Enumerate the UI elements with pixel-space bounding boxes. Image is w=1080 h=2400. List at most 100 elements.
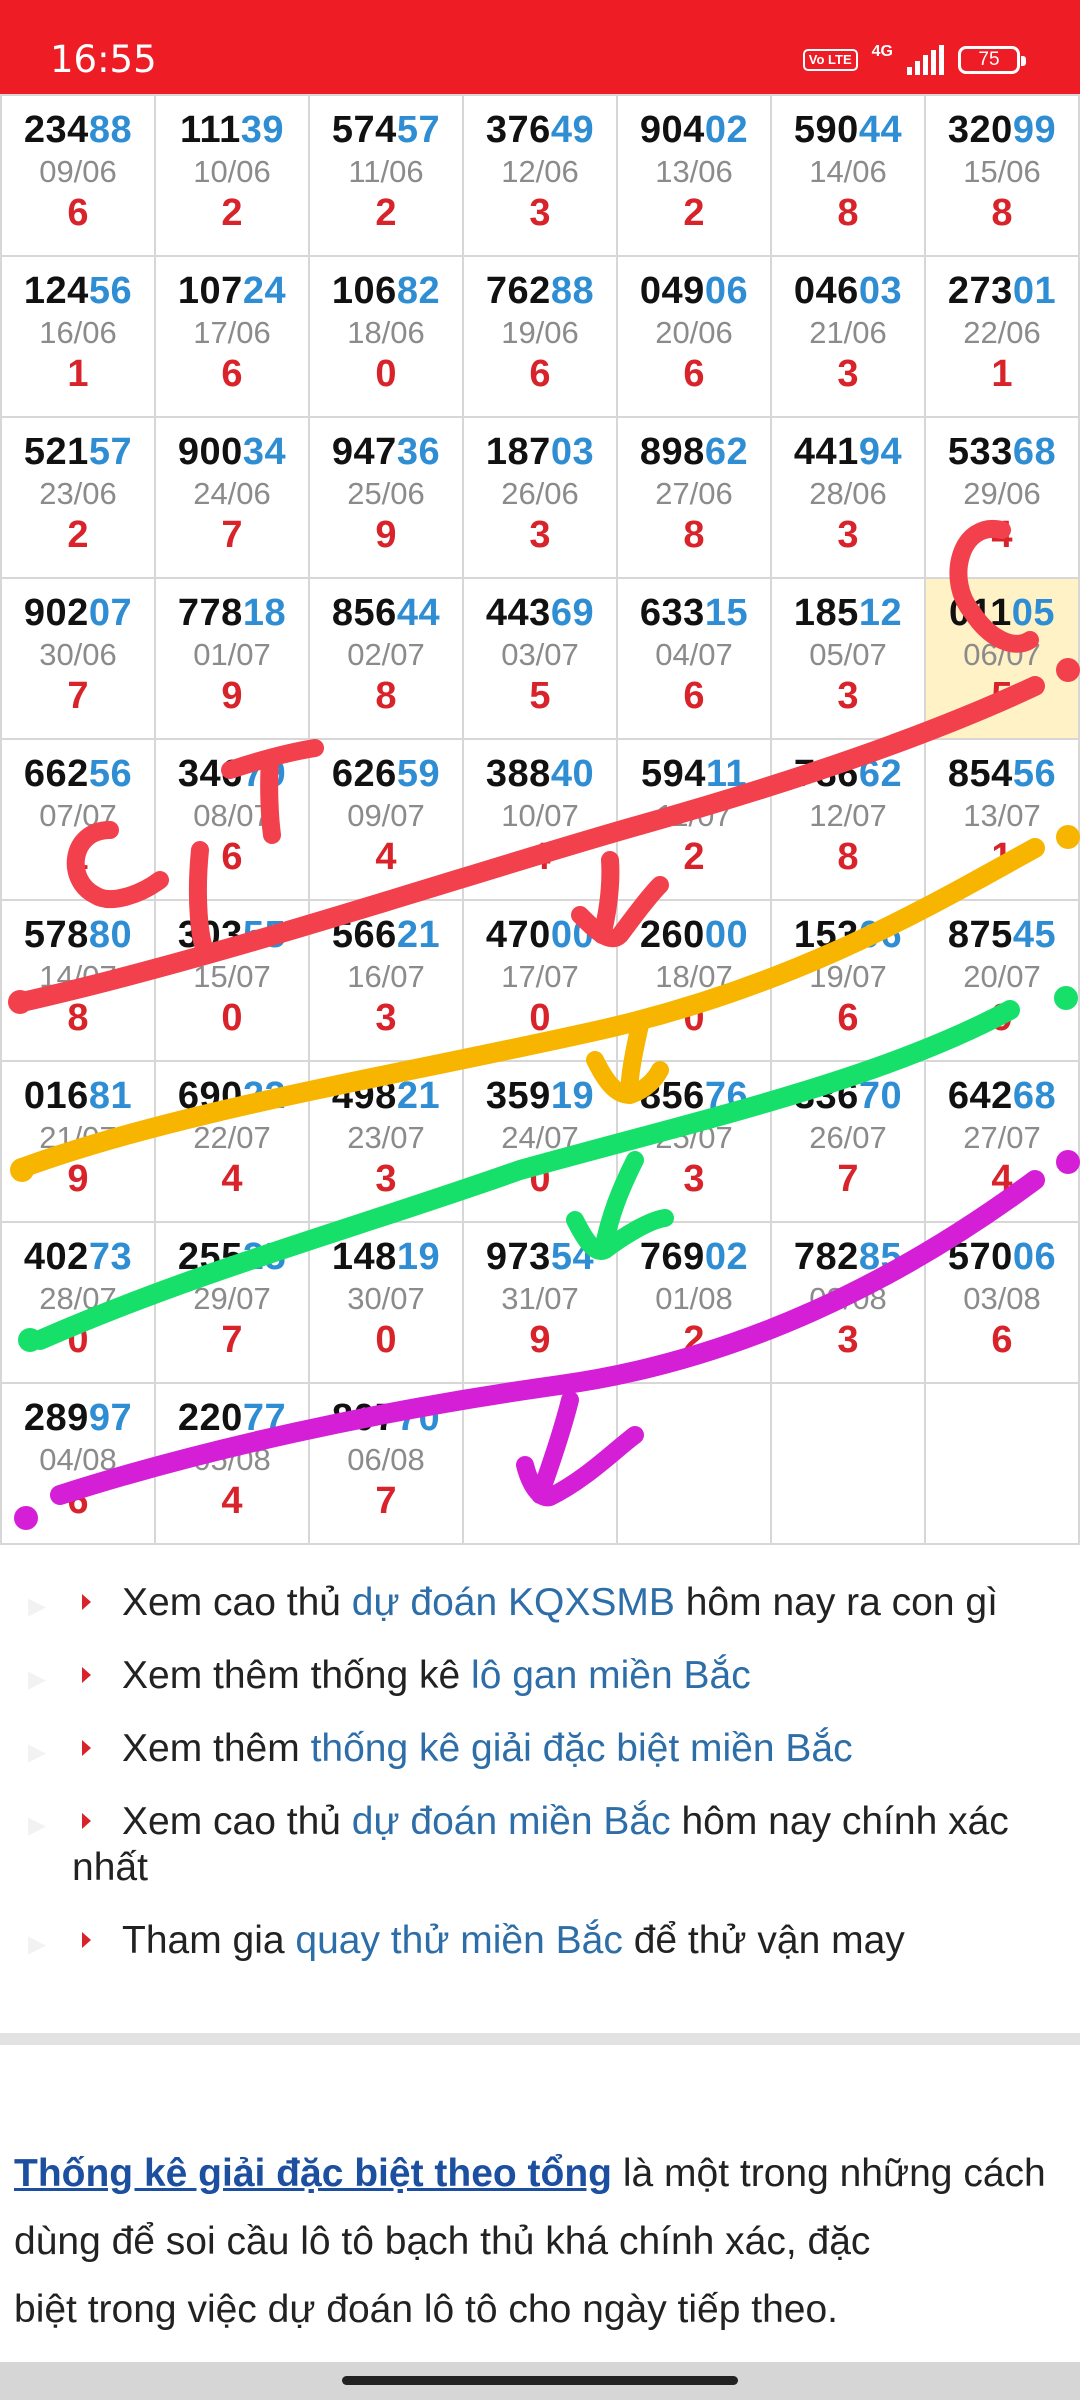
digit-total: 9	[375, 514, 397, 556]
draw-date: 11/07	[656, 798, 732, 833]
special-prize-number: 10682	[310, 271, 462, 311]
number-last-two: 82	[396, 270, 441, 312]
number-last-two: 57	[88, 431, 133, 473]
number-last-two: 06	[704, 270, 749, 312]
special-prize-number: 37649	[464, 110, 616, 150]
number-last-two: 99	[1012, 109, 1057, 151]
grid-cell: 18703 26/06 3	[462, 416, 618, 579]
bullet-icon: ▸	[28, 1657, 47, 1698]
special-prize-number: 38840	[464, 754, 616, 794]
inline-link[interactable]: lô gan miền Bắc	[471, 1654, 751, 1697]
number-prefix: 786	[793, 753, 859, 795]
number-prefix: 049	[639, 270, 705, 312]
grid-cell: 85676 25/07 3	[616, 1060, 772, 1223]
number-last-two: 49	[550, 109, 595, 151]
special-prize-number: 64268	[926, 1076, 1078, 1116]
number-last-two: 01	[1012, 270, 1057, 312]
number-prefix: 320	[947, 109, 1013, 151]
digit-total: 6	[67, 1480, 89, 1522]
home-gesture-pill[interactable]	[342, 2376, 738, 2385]
draw-date: 21/07	[39, 1120, 117, 1155]
grid-cell: 49821 23/07 3	[308, 1060, 464, 1223]
number-last-two: 18	[242, 592, 287, 634]
special-prize-number: 40273	[2, 1237, 154, 1277]
special-prize-number: 23488	[2, 110, 154, 150]
number-last-two: 68	[1012, 1075, 1057, 1117]
inline-link[interactable]: dự đoán miền Bắc	[352, 1800, 671, 1843]
number-prefix: 388	[485, 753, 551, 795]
link-suffix-text-line2: nhất	[72, 1846, 148, 1889]
digit-total: 8	[375, 675, 397, 717]
number-prefix: 690	[177, 1075, 243, 1117]
special-prize-number: 22077	[156, 1398, 308, 1438]
number-prefix: 470	[485, 914, 551, 956]
number-prefix: 782	[793, 1236, 859, 1278]
number-prefix: 273	[947, 270, 1013, 312]
number-last-two: 79	[242, 753, 287, 795]
link-prefix-text: Xem cao thủ	[122, 1800, 352, 1843]
digit-total: 4	[221, 1158, 243, 1200]
number-last-two: 25	[242, 1236, 287, 1278]
number-last-two: 03	[550, 431, 595, 473]
number-last-two: 59	[396, 753, 441, 795]
number-prefix: 402	[23, 1236, 89, 1278]
grid-row: 57880 14/07 8 30355 15/07 0 56621 16/07 3 47000 17…	[0, 899, 1080, 1062]
special-prize-number: 90207	[2, 593, 154, 633]
grid-cell: 40273 28/07 0	[0, 1221, 156, 1384]
digit-total: 4	[221, 1480, 243, 1522]
special-prize-number: 78285	[772, 1237, 924, 1277]
digit-total: 3	[529, 192, 551, 234]
special-prize-number: 87545	[926, 915, 1078, 955]
grid-cell: 10724 17/06 6	[154, 255, 310, 418]
special-prize-number: 78662	[772, 754, 924, 794]
number-prefix: 443	[485, 592, 551, 634]
number-prefix: 336	[793, 1075, 859, 1117]
link-prefix-text: Xem thêm thống kê	[122, 1654, 472, 1697]
draw-date: 29/07	[193, 1281, 271, 1316]
digit-total: 8	[683, 514, 705, 556]
draw-date: 08/07	[193, 798, 271, 833]
number-last-two: 73	[88, 1236, 133, 1278]
grid-cell: 14819 30/07 0	[308, 1221, 464, 1384]
draw-date: 06/07	[963, 637, 1041, 672]
draw-date: 18/07	[655, 959, 733, 994]
number-prefix: 153	[793, 914, 859, 956]
draw-date: 01/08	[655, 1281, 733, 1316]
number-last-two: 12	[858, 592, 903, 634]
special-prize-number: 56621	[310, 915, 462, 955]
number-prefix: 106	[331, 270, 397, 312]
number-prefix: 626	[331, 753, 397, 795]
draw-date: 14/06	[809, 154, 887, 189]
digit-total: 4	[991, 1158, 1013, 1200]
digit-total: 7	[837, 1158, 859, 1200]
grid-cell: 30355 15/07 0	[154, 899, 310, 1062]
bullet-icon: ▸	[28, 1730, 47, 1771]
grid-cell: 76902 01/08 2	[616, 1221, 772, 1384]
grid-cell: 62659 09/07 4	[308, 738, 464, 901]
digit-total: 2	[683, 1319, 705, 1361]
result-grid: 23488 09/06 6 11139 10/06 2 57457 11/06 2 37649 12…	[0, 94, 1080, 1545]
inline-link[interactable]: thống kê giải đặc biệt miền Bắc	[311, 1727, 853, 1770]
draw-date: 24/07	[501, 1120, 579, 1155]
grid-cell: 44194 28/06 3	[770, 416, 926, 579]
grid-cell: 47000 17/07 0	[462, 899, 618, 1062]
network-type: 4G	[871, 43, 893, 60]
number-prefix: 346	[177, 753, 243, 795]
grid-cell	[616, 1382, 772, 1545]
number-last-two: 57	[396, 109, 441, 151]
grid-cell: 57006 03/08 6	[924, 1221, 1080, 1384]
number-last-two: 70	[858, 1075, 903, 1117]
grid-cell: 94736 25/06 9	[308, 416, 464, 579]
article-title-link[interactable]: Thống kê giải đặc biệt theo tổng	[14, 2152, 612, 2195]
inline-link[interactable]: dự đoán KQXSMB	[352, 1581, 675, 1624]
number-prefix: 856	[331, 592, 397, 634]
grid-cell: 01105 06/07 5	[924, 577, 1080, 740]
number-last-two: 44	[396, 592, 441, 634]
digit-total: 9	[529, 1319, 551, 1361]
number-prefix: 578	[23, 914, 89, 956]
digit-total: 4	[529, 836, 551, 878]
inline-link[interactable]: quay thử miền Bắc	[295, 1919, 622, 1962]
special-prize-number: 69022	[156, 1076, 308, 1116]
grid-cell: 69022 22/07 4	[154, 1060, 310, 1223]
special-prize-number: 85644	[310, 593, 462, 633]
